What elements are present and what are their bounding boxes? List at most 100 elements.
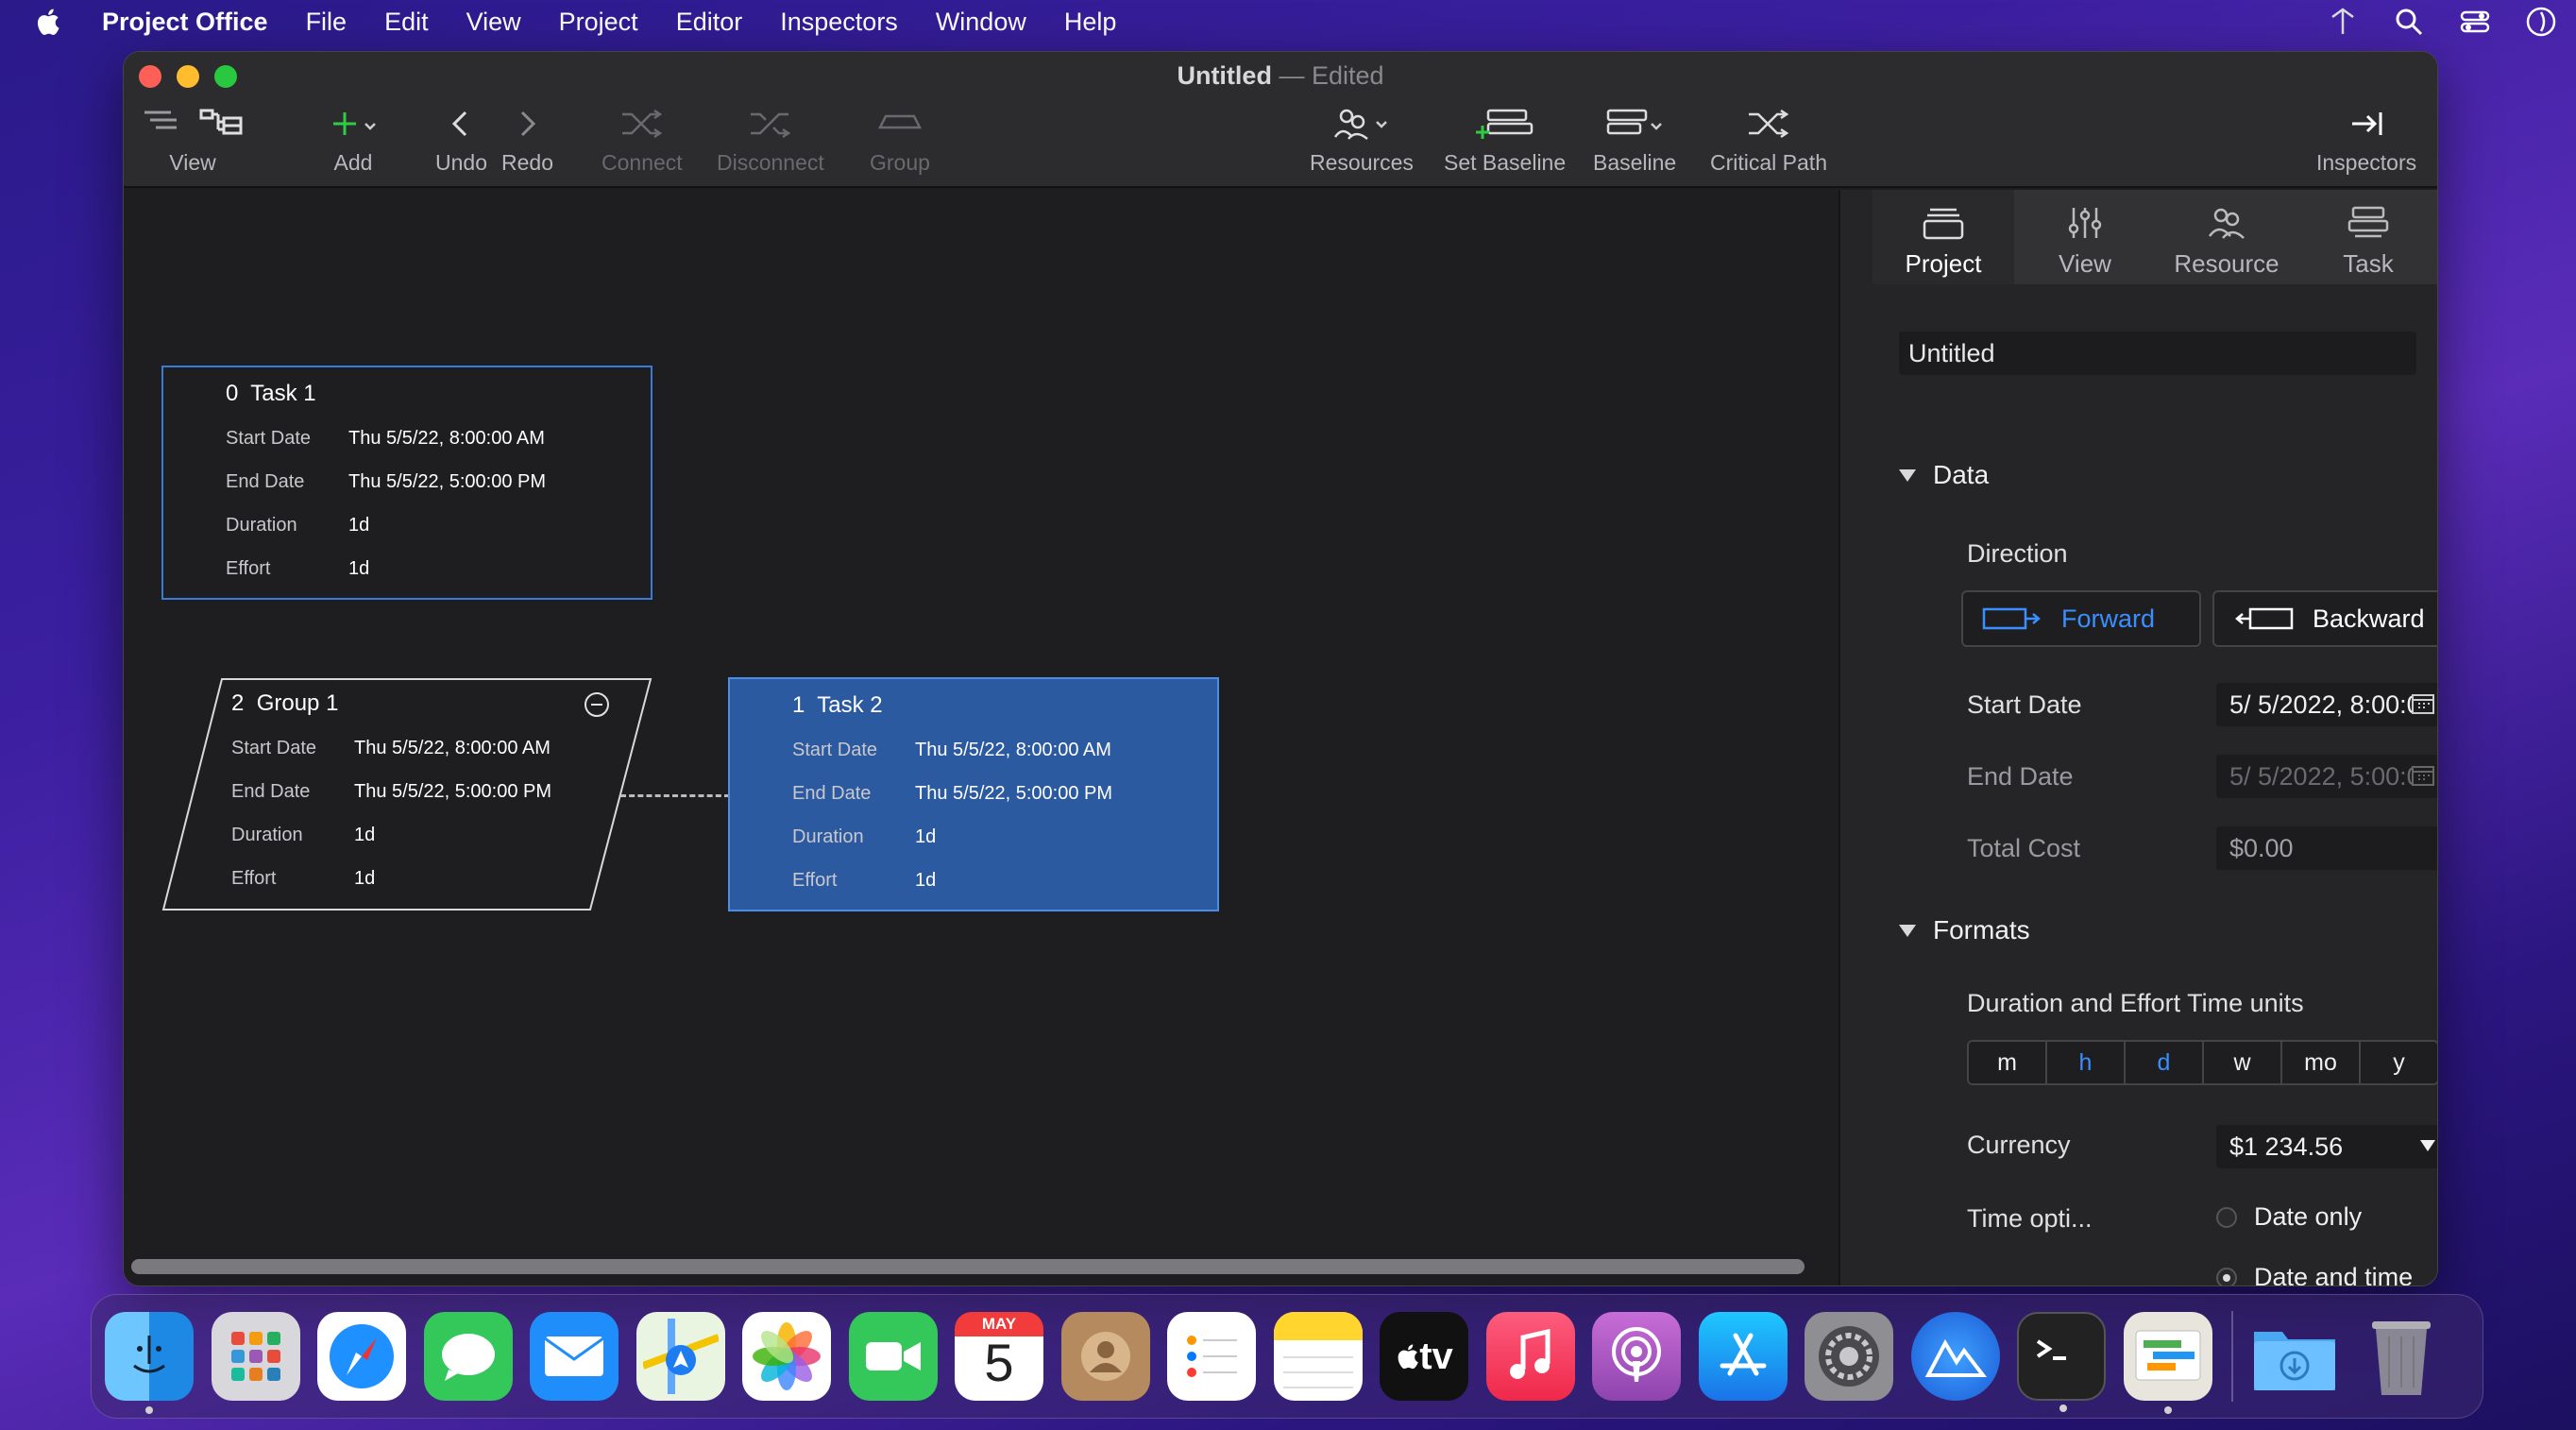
disclosure-triangle-icon xyxy=(1899,924,1916,937)
menu-editor[interactable]: Editor xyxy=(676,8,743,37)
radio-date-only[interactable]: Date only xyxy=(2216,1202,2362,1232)
currency-select[interactable]: $1 234.56 xyxy=(2216,1125,2437,1168)
photos-icon[interactable] xyxy=(742,1312,831,1401)
time-unit-years[interactable]: y xyxy=(2361,1042,2437,1083)
system-preferences-icon[interactable] xyxy=(1805,1312,1893,1401)
search-icon[interactable] xyxy=(2393,6,2425,38)
baseline-button[interactable]: Baseline xyxy=(1593,105,1676,176)
disconnect-icon xyxy=(750,112,791,139)
menu-file[interactable]: File xyxy=(306,8,347,37)
task-field-value: Thu 5/5/22, 8:00:00 AM xyxy=(915,740,1111,760)
menu-help[interactable]: Help xyxy=(1064,8,1117,37)
menu-edit[interactable]: Edit xyxy=(384,8,429,37)
menu-inspectors[interactable]: Inspectors xyxy=(780,8,898,37)
mail-icon[interactable] xyxy=(530,1312,619,1401)
collapse-group-icon[interactable] xyxy=(583,690,611,719)
radio-date-and-time[interactable]: Date and time xyxy=(2216,1263,2413,1285)
task-bars-icon xyxy=(2347,206,2389,238)
apple-icon[interactable] xyxy=(34,7,60,37)
inspector-divider[interactable] xyxy=(1839,190,1873,1285)
add-icon xyxy=(333,112,376,135)
menu-app-name[interactable]: Project Office xyxy=(102,8,268,37)
maps-icon[interactable] xyxy=(636,1312,725,1401)
tab-view[interactable]: View xyxy=(2014,190,2156,284)
calendar-icon[interactable] xyxy=(2411,692,2435,715)
contacts-icon[interactable] xyxy=(1060,1312,1150,1401)
project-window: Untitled — Edited View Add Undo Redo Con… xyxy=(123,51,2438,1286)
terminal-icon[interactable] xyxy=(2017,1312,2106,1412)
tv-label: tv xyxy=(1419,1335,1453,1377)
wifi-status-icon[interactable] xyxy=(2327,6,2359,38)
calendar-app-icon[interactable]: MAY 5 xyxy=(955,1312,1043,1401)
set-baseline-button[interactable]: Set Baseline xyxy=(1444,105,1566,176)
task-field-value: 1d xyxy=(915,870,937,891)
apple-tv-icon[interactable]: tv xyxy=(1380,1312,1468,1401)
task-node-2[interactable]: 1 Task 2 Start Date Thu 5/5/22, 8:00:00 A… xyxy=(728,677,1219,911)
safari-icon[interactable] xyxy=(317,1312,406,1401)
data-section-toggle[interactable]: Data xyxy=(1899,460,1989,490)
currency-label: Currency xyxy=(1967,1131,2071,1159)
tab-project[interactable]: Project xyxy=(1873,190,2014,284)
project-name-field[interactable]: Untitled xyxy=(1899,332,2416,375)
menu-window[interactable]: Window xyxy=(936,8,1026,37)
group-field-value: Thu 5/5/22, 8:00:00 AM xyxy=(354,738,551,758)
tab-task[interactable]: Task xyxy=(2297,190,2437,284)
tab-project-label: Project xyxy=(1905,249,1982,278)
resources-button[interactable]: Resources xyxy=(1310,105,1414,176)
menu-view[interactable]: View xyxy=(466,8,521,37)
task-field-label: Duration xyxy=(226,515,297,536)
formats-section-toggle[interactable]: Formats xyxy=(1899,915,2030,945)
project-office-app-icon[interactable] xyxy=(1910,1312,2000,1401)
critical-path-button[interactable]: Critical Path xyxy=(1710,105,1827,176)
add-button[interactable]: Add xyxy=(328,105,379,176)
disclosure-triangle-icon xyxy=(1899,468,1916,482)
notes-icon[interactable] xyxy=(1273,1312,1363,1401)
app-store-icon[interactable] xyxy=(1698,1312,1788,1401)
currency-value: $1 234.56 xyxy=(2229,1132,2344,1161)
finder-icon[interactable] xyxy=(105,1312,194,1414)
time-unit-hours[interactable]: h xyxy=(2047,1042,2126,1083)
control-center-icon[interactable] xyxy=(2459,6,2491,38)
podcasts-icon[interactable] xyxy=(1592,1312,1681,1401)
time-unit-days[interactable]: d xyxy=(2126,1042,2204,1083)
undo-button[interactable]: Undo xyxy=(435,105,487,176)
disconnect-button[interactable]: Disconnect xyxy=(717,105,824,176)
backward-button[interactable]: Backward xyxy=(2212,590,2437,647)
task-field-label: Start Date xyxy=(226,428,312,449)
task-node-1[interactable]: 0 Task 1 Start Date Thu 5/5/22, 8:00:00 A… xyxy=(161,366,652,600)
redo-button[interactable]: Redo xyxy=(501,105,553,176)
set-baseline-label: Set Baseline xyxy=(1444,150,1567,175)
tab-resource[interactable]: Resource xyxy=(2156,190,2297,284)
messages-icon[interactable] xyxy=(423,1312,513,1401)
group-field-label: End Date xyxy=(231,781,311,802)
group-node-1[interactable]: 2 Group 1 Start Date Thu 5/5/22, 8:00:00 … xyxy=(161,677,652,911)
time-unit-minutes[interactable]: m xyxy=(1969,1042,2047,1083)
task-node-title: 0 Task 1 xyxy=(226,381,316,406)
end-date-value: 5/ 5/2022, 5:00:00 PM xyxy=(2229,762,2437,791)
total-cost-label: Total Cost xyxy=(1967,834,2081,862)
siri-icon[interactable] xyxy=(2525,6,2557,38)
baseline-icon xyxy=(1606,109,1662,135)
project-icon xyxy=(1923,208,1964,240)
trash-icon[interactable] xyxy=(2357,1312,2446,1401)
music-icon[interactable] xyxy=(1485,1312,1575,1401)
group-button[interactable]: Group xyxy=(870,105,930,176)
horizontal-scrollbar[interactable] xyxy=(131,1259,1805,1274)
facetime-icon[interactable] xyxy=(848,1312,938,1401)
toolbar: Untitled — Edited View Add Undo Redo Con… xyxy=(124,52,2437,188)
time-unit-weeks[interactable]: w xyxy=(2204,1042,2282,1083)
project-office-docs-icon[interactable] xyxy=(2123,1312,2212,1414)
downloads-folder-icon[interactable] xyxy=(2250,1312,2339,1401)
view-button[interactable]: View xyxy=(141,105,245,176)
network-canvas[interactable]: 0 Task 1 Start Date Thu 5/5/22, 8:00:00 A… xyxy=(124,190,1839,1285)
launchpad-icon[interactable] xyxy=(211,1312,300,1401)
time-unit-months[interactable]: mo xyxy=(2282,1042,2361,1083)
reminders-icon[interactable] xyxy=(1167,1312,1256,1401)
connect-button[interactable]: Connect xyxy=(602,105,683,176)
group-field-value: 1d xyxy=(354,825,376,845)
menu-project[interactable]: Project xyxy=(559,8,638,37)
forward-button[interactable]: Forward xyxy=(1961,590,2201,647)
time-units-label: Duration and Effort Time units xyxy=(1967,989,2304,1017)
start-date-field[interactable]: 5/ 5/2022, 8:00:00 AM xyxy=(2216,683,2437,726)
inspectors-button[interactable]: Inspectors xyxy=(2316,105,2416,176)
